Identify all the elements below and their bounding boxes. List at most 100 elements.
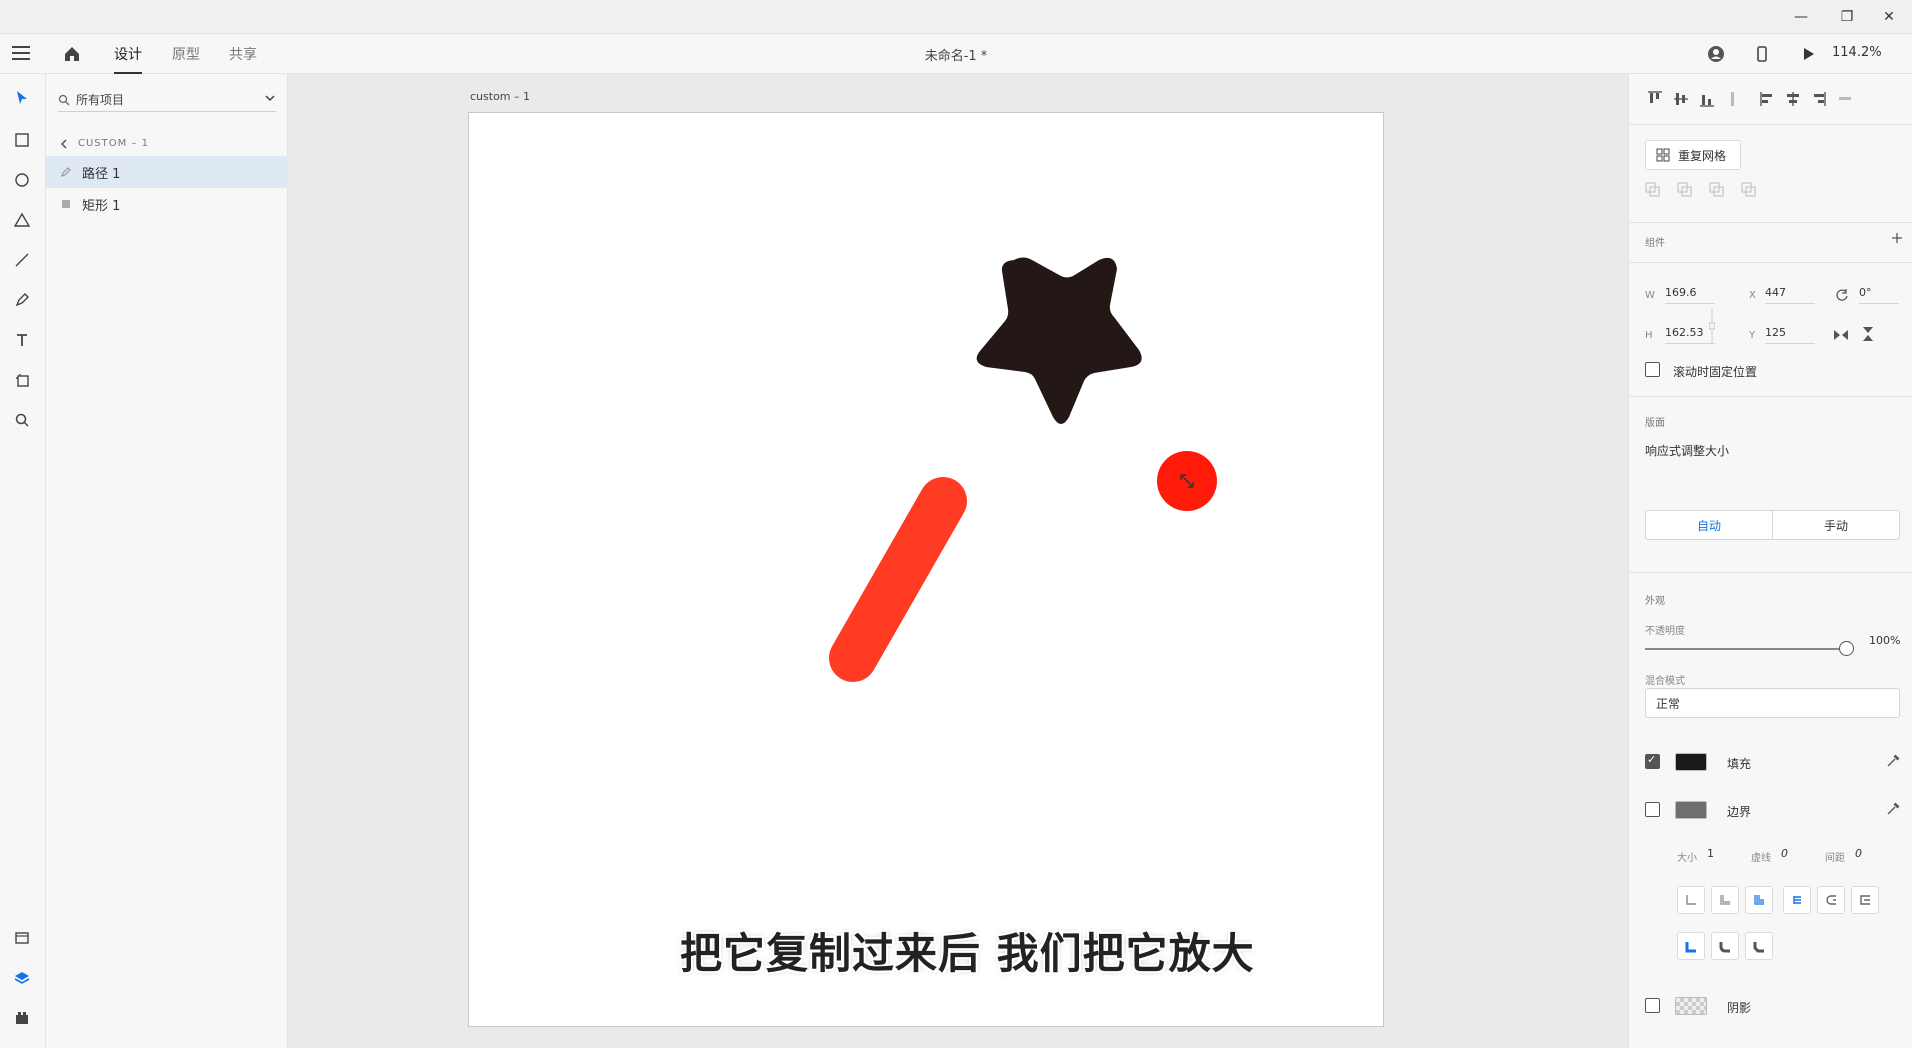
artboard-label[interactable]: custom – 1 [470, 90, 530, 103]
layer-item-rectangle[interactable]: 矩形 1 [46, 188, 288, 220]
border-label: 边界 [1727, 805, 1752, 819]
cap-square-button[interactable] [1851, 886, 1879, 914]
border-size-field[interactable]: 1 [1707, 847, 1714, 860]
layer-filter[interactable]: 所有项目 [58, 88, 276, 112]
cap-butt-button[interactable] [1783, 886, 1811, 914]
home-icon[interactable] [62, 44, 82, 64]
distribute-horizontal-icon[interactable] [1835, 88, 1855, 110]
stroke-center-button[interactable] [1711, 886, 1739, 914]
tab-prototype[interactable]: 原型 [172, 44, 200, 74]
stroke-inner-button[interactable] [1677, 886, 1705, 914]
menu-icon[interactable] [12, 46, 30, 60]
opacity-value[interactable]: 100% [1869, 634, 1900, 647]
ellipse-tool-icon[interactable] [10, 168, 34, 192]
rectangle-icon [62, 200, 70, 208]
stroke-inner-icon [1686, 895, 1696, 905]
boolean-exclude-icon[interactable] [1741, 182, 1757, 198]
stroke-center-icon [1720, 895, 1730, 905]
layer-item-path[interactable]: 路径 1 [46, 156, 288, 188]
artboard[interactable] [468, 112, 1384, 1027]
fix-scroll-checkbox[interactable] [1645, 362, 1660, 377]
stroke-outer-button[interactable] [1745, 886, 1773, 914]
y-field[interactable]: 125 [1765, 326, 1815, 344]
height-label: H [1645, 330, 1653, 341]
plugins-icon[interactable] [10, 1006, 34, 1030]
shadow-label: 阴影 [1727, 1001, 1752, 1015]
zoom-tool-icon[interactable] [10, 408, 34, 432]
line-tool-icon[interactable] [10, 248, 34, 272]
app-header: 设计 原型 共享 未命名-1 * 114.2% [0, 34, 1912, 74]
gap-label: 间距 [1825, 853, 1845, 864]
minimize-button[interactable]: — [1778, 0, 1824, 34]
boolean-intersect-icon[interactable] [1709, 182, 1725, 198]
layer-item-label: 矩形 1 [82, 198, 121, 214]
shadow-color-swatch[interactable] [1675, 997, 1707, 1015]
chevron-down-icon[interactable] [264, 92, 276, 104]
align-right-icon[interactable] [1809, 88, 1829, 110]
video-subtitle: 把它复制过来后 我们把它放大 [680, 929, 1255, 978]
align-middle-icon[interactable] [1671, 88, 1691, 110]
artboard-tool-icon[interactable] [10, 368, 34, 392]
select-tool-icon[interactable] [10, 86, 34, 110]
fill-color-swatch[interactable] [1675, 753, 1707, 771]
join-bevel-icon [1753, 942, 1764, 953]
opacity-slider-track[interactable] [1645, 648, 1845, 650]
pen-tool-icon[interactable] [10, 288, 34, 312]
align-center-icon[interactable] [1783, 88, 1803, 110]
align-bottom-icon[interactable] [1697, 88, 1717, 110]
star-shape[interactable] [976, 257, 1142, 425]
flip-horizontal-icon[interactable] [1833, 328, 1849, 342]
restore-button[interactable]: ❐ [1824, 0, 1870, 34]
align-left-icon[interactable] [1757, 88, 1777, 110]
eyedropper-icon[interactable] [1885, 753, 1901, 769]
layers-icon[interactable] [10, 966, 34, 990]
height-field[interactable]: 162.53 [1665, 326, 1715, 344]
blend-mode-select[interactable]: 正常 [1645, 688, 1900, 718]
join-miter-button[interactable] [1677, 932, 1705, 960]
play-icon[interactable] [1798, 44, 1818, 64]
y-label: Y [1749, 330, 1756, 341]
width-field[interactable]: 169.6 [1665, 286, 1715, 304]
x-field[interactable]: 447 [1765, 286, 1815, 304]
rotate-icon [1836, 289, 1848, 301]
join-miter-icon [1685, 942, 1696, 953]
tab-share[interactable]: 共享 [229, 44, 257, 74]
join-round-button[interactable] [1711, 932, 1739, 960]
tab-design[interactable]: 设计 [114, 44, 142, 74]
repeat-grid-button[interactable]: 重复网格 [1645, 140, 1741, 170]
cap-round-button[interactable] [1817, 886, 1845, 914]
border-checkbox[interactable] [1645, 802, 1660, 817]
flip-vertical-icon[interactable] [1861, 326, 1875, 342]
gap-field[interactable]: 0 [1855, 847, 1862, 860]
fill-checkbox[interactable] [1645, 753, 1660, 769]
boolean-add-icon[interactable] [1645, 182, 1661, 198]
boolean-subtract-icon[interactable] [1677, 182, 1693, 198]
distribute-vertical-icon[interactable] [1723, 88, 1743, 110]
resize-manual-option[interactable]: 手动 [1773, 511, 1899, 539]
border-color-swatch[interactable] [1675, 801, 1707, 819]
dash-field[interactable]: 0 [1781, 847, 1788, 860]
polygon-tool-icon[interactable] [10, 208, 34, 232]
shadow-checkbox[interactable] [1645, 998, 1660, 1013]
mobile-preview-icon[interactable] [1752, 44, 1772, 64]
join-bevel-button[interactable] [1745, 932, 1773, 960]
zoom-level[interactable]: 114.2% [1832, 45, 1882, 60]
user-icon[interactable] [1706, 44, 1726, 64]
chevron-left-icon[interactable] [60, 138, 68, 149]
breadcrumb[interactable]: CUSTOM – 1 [60, 138, 149, 149]
assets-icon[interactable] [10, 926, 34, 950]
opacity-slider-knob[interactable] [1839, 641, 1854, 656]
text-tool-icon[interactable] [10, 328, 34, 352]
dash-label: 虚线 [1751, 853, 1771, 864]
pill-bar-shape[interactable] [829, 477, 967, 682]
x-label: X [1749, 290, 1756, 301]
cap-butt-icon [1793, 896, 1801, 904]
add-component-icon[interactable] [1891, 232, 1903, 244]
stroke-outer-icon [1754, 895, 1764, 905]
rectangle-tool-icon[interactable] [10, 128, 34, 152]
close-button[interactable]: ✕ [1866, 0, 1912, 34]
rotation-field[interactable]: 0° [1859, 286, 1899, 304]
eyedropper-icon[interactable] [1885, 801, 1901, 817]
resize-auto-option[interactable]: 自动 [1646, 511, 1773, 539]
align-top-icon[interactable] [1645, 88, 1665, 110]
